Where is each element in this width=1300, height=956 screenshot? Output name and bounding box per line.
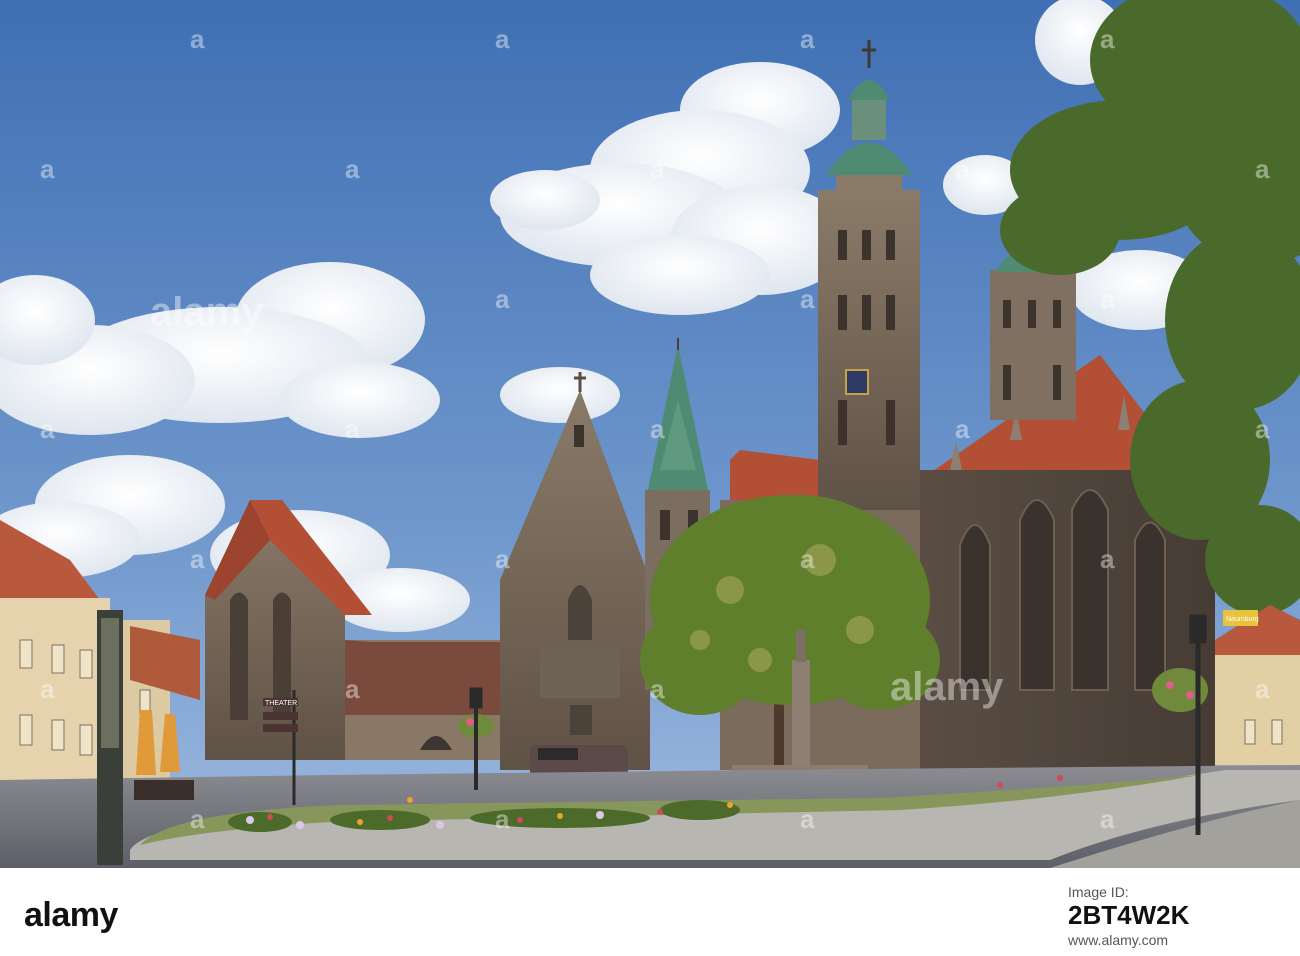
watermark-letter: a: [1255, 154, 1270, 184]
site-url: www.alamy.com: [1068, 932, 1169, 948]
watermark-letter: a: [1255, 674, 1270, 704]
watermark-letter: a: [345, 154, 360, 184]
watermark-letter: a: [40, 154, 55, 184]
watermark-letter: a: [650, 414, 665, 444]
watermark-letter: a: [1100, 284, 1115, 314]
watermark-letter: a: [345, 674, 360, 704]
watermark-letter: a: [1255, 414, 1270, 444]
watermark-letter: a: [345, 414, 360, 444]
watermark-letter: a: [40, 674, 55, 704]
watermark-text: alamy: [890, 665, 1004, 709]
watermark-letter: a: [190, 544, 205, 574]
watermark-letter: a: [190, 804, 205, 834]
watermark-letter: a: [800, 284, 815, 314]
watermark-letter: a: [955, 154, 970, 184]
watermark-letter: a: [800, 24, 815, 54]
info-pillar: [97, 610, 123, 865]
watermark-letter: a: [1100, 804, 1115, 834]
image-id: 2BT4W2K: [1068, 900, 1190, 930]
watermark-letter: a: [495, 804, 510, 834]
cathedral-square-photo: Naumburg THEATER alamy alamy a a a a a a…: [0, 0, 1300, 868]
watermark-letter: a: [650, 154, 665, 184]
watermark-text: alamy: [150, 290, 264, 334]
watermark-letter: a: [1100, 24, 1115, 54]
watermark-letter: a: [190, 24, 205, 54]
watermark-letter: a: [495, 544, 510, 574]
watermark-letter: a: [800, 544, 815, 574]
shop-sign: Naumburg: [1226, 616, 1259, 623]
watermark-letter: a: [40, 414, 55, 444]
image-id-label: Image ID:: [1068, 884, 1129, 900]
watermark-letter: a: [495, 284, 510, 314]
watermark-letter: a: [955, 414, 970, 444]
signpost-label: THEATER: [265, 700, 297, 707]
alamy-logo: alamy: [24, 896, 118, 934]
stock-photo-frame: Naumburg THEATER alamy alamy a a a a a a…: [0, 0, 1300, 956]
watermark-letter: a: [800, 804, 815, 834]
watermark-letter: a: [650, 674, 665, 704]
watermark-letter: a: [495, 24, 510, 54]
watermark-letter: a: [1100, 544, 1115, 574]
